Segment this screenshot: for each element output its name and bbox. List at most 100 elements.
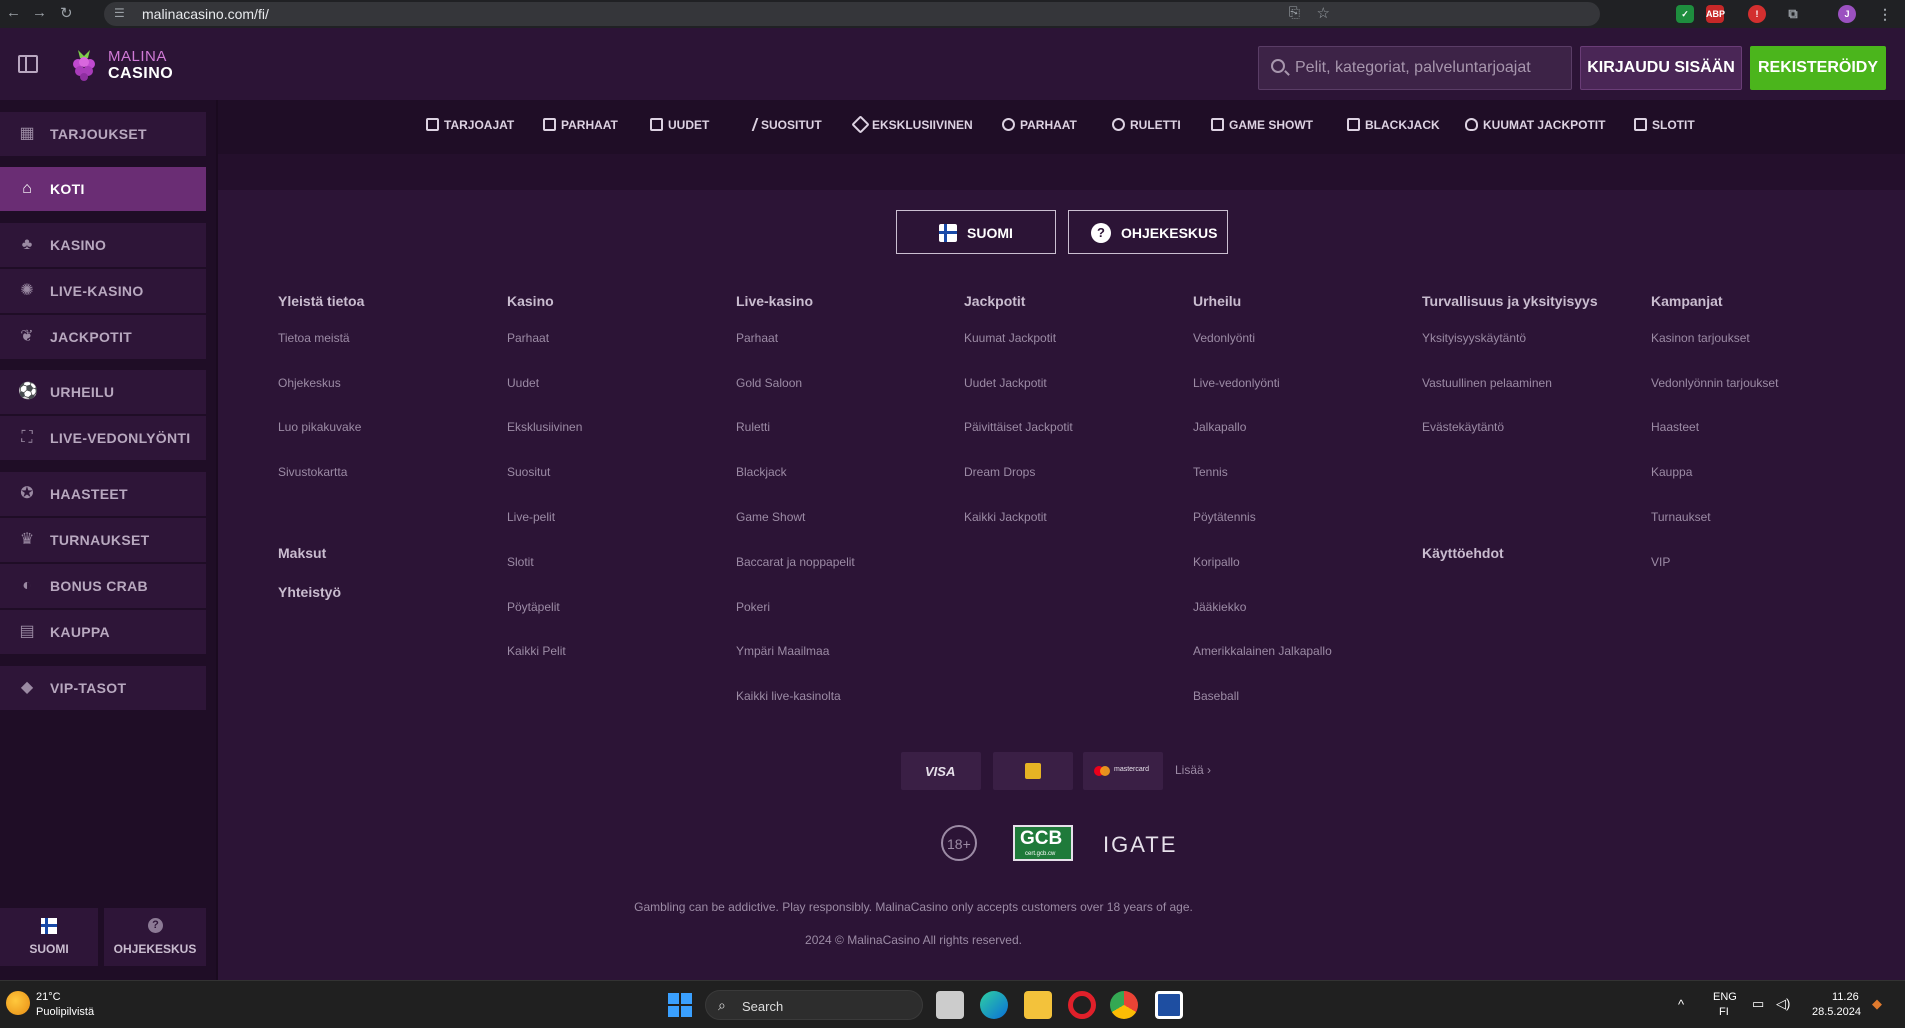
browser-menu-icon[interactable]: ⋮ <box>1876 5 1894 23</box>
footer-link[interactable]: Haasteet <box>1651 420 1699 434</box>
clock-date[interactable]: 28.5.2024 <box>1812 1006 1861 1018</box>
weather-icon[interactable] <box>6 991 30 1015</box>
footer-link[interactable]: Kuumat Jackpotit <box>964 331 1056 345</box>
sidebar-item-haasteet[interactable]: ✪ HAASTEET <box>0 472 206 516</box>
sidebar-item-tarjoukset[interactable]: ▦ TARJOUKSET <box>0 112 206 156</box>
footer-link[interactable]: Kaikki Jackpotit <box>964 510 1047 524</box>
footer-link[interactable]: Amerikkalainen Jalkapallo <box>1193 644 1332 658</box>
footer-link[interactable]: Yksityisyyskäytäntö <box>1422 331 1526 345</box>
category-parhaat[interactable]: PARHAAT <box>543 118 618 132</box>
footer-link[interactable]: VIP <box>1651 555 1670 569</box>
footer-link[interactable]: Live-vedonlyönti <box>1193 376 1280 390</box>
help-center-button[interactable]: ? OHJEKESKUS <box>1068 210 1228 254</box>
footer-link[interactable]: Sivustokartta <box>278 465 347 479</box>
footer-link[interactable]: Parhaat <box>507 331 549 345</box>
footer-link[interactable]: Parhaat <box>736 331 778 345</box>
sidebar-item-jackpotit[interactable]: ❦ JACKPOTIT <box>0 315 206 359</box>
footer-link[interactable]: Turnaukset <box>1651 510 1711 524</box>
extensions-puzzle-icon[interactable]: ⧉ <box>1784 5 1802 23</box>
edge-icon[interactable] <box>980 991 1008 1019</box>
shield-app-icon[interactable] <box>1155 991 1183 1019</box>
register-button[interactable]: REKISTERÖIDY <box>1750 46 1886 90</box>
more-payments-link[interactable]: Lisää › <box>1175 763 1211 777</box>
category-parhaat-live[interactable]: PARHAAT <box>1002 118 1077 132</box>
category-suositut[interactable]: SUOSITUT <box>740 118 822 132</box>
forward-icon[interactable]: → <box>32 4 47 21</box>
shield-extension-icon[interactable]: ✓ <box>1676 5 1694 23</box>
category-slotit[interactable]: SLOTIT <box>1634 118 1695 132</box>
sidebar-item-vip-tasot[interactable]: ◆ VIP-TASOT <box>0 666 206 710</box>
gcb-license-badge[interactable]: GCB cert.gcb.cw <box>1013 825 1073 861</box>
footer-link[interactable]: Kauppa <box>1651 465 1692 479</box>
reload-icon[interactable]: ↻ <box>60 4 73 22</box>
sidebar-item-kauppa[interactable]: ▤ KAUPPA <box>0 610 206 654</box>
login-button[interactable]: KIRJAUDU SISÄÄN <box>1580 46 1742 90</box>
category-kuumat-jackpotit[interactable]: KUUMAT JACKPOTIT <box>1465 118 1605 132</box>
category-blackjack[interactable]: BLACKJACK <box>1347 118 1440 132</box>
search-box[interactable] <box>1258 46 1572 90</box>
footer-link[interactable]: Pokeri <box>736 600 770 614</box>
input-language-bottom[interactable]: FI <box>1719 1006 1729 1018</box>
footer-link[interactable]: Ruletti <box>736 420 770 434</box>
category-uudet[interactable]: UUDET <box>650 118 709 132</box>
footer-link[interactable]: Kasinon tarjoukset <box>1651 331 1750 345</box>
search-input[interactable] <box>1295 47 1565 89</box>
footer-link[interactable]: Uudet Jackpotit <box>964 376 1047 390</box>
input-language-top[interactable]: ENG <box>1713 991 1737 1003</box>
notification-bell-icon[interactable]: ◆ <box>1872 996 1882 1012</box>
footer-link[interactable]: Vedonlyönnin tarjoukset <box>1651 376 1778 390</box>
footer-link[interactable]: Slotit <box>507 555 534 569</box>
sidebar-item-live-kasino[interactable]: ✺ LIVE-KASINO <box>0 269 206 313</box>
logo-text-top[interactable]: MALINA <box>108 48 167 65</box>
logo-text-bottom[interactable]: CASINO <box>108 65 173 83</box>
raspberry-logo-icon[interactable] <box>68 48 100 82</box>
footer-link[interactable]: Ohjekeskus <box>278 376 341 390</box>
category-game-showt[interactable]: GAME SHOWT <box>1211 118 1313 132</box>
chrome-icon[interactable] <box>1110 991 1138 1019</box>
address-bar[interactable]: ☰ malinacasino.com/fi/ ⎘ ☆ <box>104 2 1600 26</box>
footer-heading-partners[interactable]: Yhteistyö <box>278 584 341 600</box>
file-explorer-icon[interactable] <box>1024 991 1052 1019</box>
footer-link[interactable]: Luo pikakuvake <box>278 420 361 434</box>
footer-link[interactable]: Kaikki live-kasinolta <box>736 689 841 703</box>
bank-card-logo[interactable] <box>993 752 1073 790</box>
sidebar-item-live-vedonlyonti[interactable]: ⛶ LIVE-VEDONLYÖNTI <box>0 416 206 460</box>
windows-start-icon[interactable] <box>666 991 694 1019</box>
category-ruletti[interactable]: RULETTI <box>1112 118 1181 132</box>
visa-logo[interactable]: VISA <box>901 752 981 790</box>
sidebar-help-button[interactable]: ? OHJEKESKUS <box>104 908 206 966</box>
footer-link[interactable]: Tietoa meistä <box>278 331 350 345</box>
igate-logo[interactable]: IGATE <box>1103 832 1177 858</box>
footer-link[interactable]: Baccarat ja noppapelit <box>736 555 855 569</box>
clock-time[interactable]: 11.26 <box>1832 991 1859 1003</box>
footer-heading-terms[interactable]: Käyttöehdot <box>1422 545 1504 561</box>
footer-heading-payments[interactable]: Maksut <box>278 545 326 561</box>
sidebar-language-button[interactable]: SUOMI <box>0 908 98 966</box>
red-extension-icon[interactable]: ! <box>1748 5 1766 23</box>
footer-link[interactable]: Jääkiekko <box>1193 600 1246 614</box>
footer-link[interactable]: Päivittäiset Jackpotit <box>964 420 1073 434</box>
taskbar-search[interactable]: ⌕ Search <box>705 990 923 1020</box>
footer-link[interactable]: Eksklusiivinen <box>507 420 582 434</box>
footer-link[interactable]: Jalkapallo <box>1193 420 1246 434</box>
footer-link[interactable]: Pöytätennis <box>1193 510 1256 524</box>
footer-link[interactable]: Pöytäpelit <box>507 600 560 614</box>
footer-link[interactable]: Evästekäytäntö <box>1422 420 1504 434</box>
site-info-icon[interactable]: ☰ <box>114 6 125 20</box>
footer-link[interactable]: Tennis <box>1193 465 1228 479</box>
footer-link[interactable]: Kaikki Pelit <box>507 644 566 658</box>
address-url[interactable]: malinacasino.com/fi/ <box>142 6 269 22</box>
footer-link[interactable]: Ympäri Maailmaa <box>736 644 829 658</box>
adblock-extension-icon[interactable]: ABP <box>1706 5 1725 23</box>
footer-link[interactable]: Game Showt <box>736 510 805 524</box>
category-tarjoajat[interactable]: TARJOAJAT <box>426 118 514 132</box>
profile-avatar[interactable]: J <box>1838 5 1856 23</box>
volume-icon[interactable]: ◁) <box>1776 996 1790 1012</box>
footer-link[interactable]: Vastuullinen pelaaminen <box>1422 376 1552 390</box>
footer-link[interactable]: Blackjack <box>736 465 787 479</box>
sidebar-item-urheilu[interactable]: ⚽ URHEILU <box>0 370 206 414</box>
footer-link[interactable]: Gold Saloon <box>736 376 802 390</box>
chevron-up-icon[interactable]: ^ <box>1678 997 1684 1012</box>
language-button[interactable]: SUOMI <box>896 210 1056 254</box>
sidebar-item-koti[interactable]: ⌂ KOTI <box>0 167 206 211</box>
